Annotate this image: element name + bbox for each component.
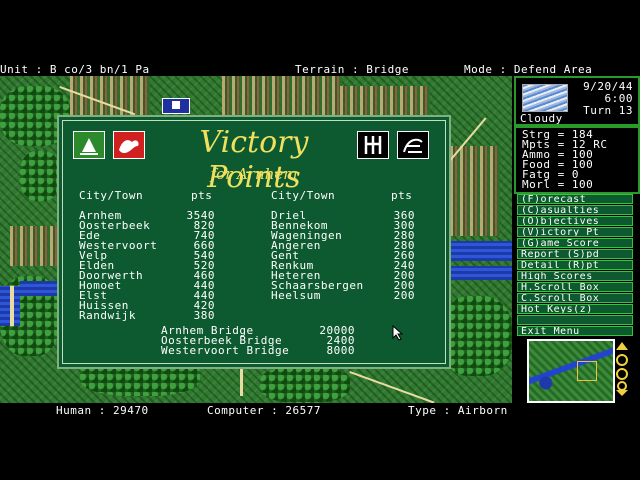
human-score: Human : 29470 xyxy=(56,404,149,417)
bridge-points: 8000 xyxy=(326,344,355,357)
menu-item-hot-keys-z[interactable]: Hot Keys(z) xyxy=(517,304,633,314)
map-road xyxy=(10,286,14,326)
dragon-emblem-icon xyxy=(113,131,145,159)
menu-item-v-ictory-pt[interactable]: (V)ictory Pt xyxy=(517,227,633,237)
map-town xyxy=(340,86,430,116)
menu-item-blank xyxy=(517,315,633,325)
menu-item-high-scores[interactable]: High Scores xyxy=(517,271,633,281)
map-forest xyxy=(20,151,60,201)
stat-separator: = xyxy=(550,178,572,191)
computer-score: Computer : 26577 xyxy=(207,404,321,417)
map-town xyxy=(10,226,60,266)
date-weather-box: 9/20/44 6:00 Turn 13 Cloudy xyxy=(514,76,640,128)
right-city-header: City/Town xyxy=(271,189,336,202)
stat-value: 100 xyxy=(571,178,594,191)
menu-item-c-asualties[interactable]: (C)asualties xyxy=(517,205,633,215)
top-status-bar: Unit : B co/3 bn/1 Pa Terrain : Bridge M… xyxy=(0,62,640,76)
right-pts-header: pts xyxy=(391,189,413,202)
division-emblem-icon xyxy=(357,131,389,159)
corps-emblem-icon xyxy=(397,131,429,159)
game-type: Type : Airborn xyxy=(408,404,508,417)
unit-label: Unit : B co/3 bn/1 Pa xyxy=(0,63,150,76)
map-forest xyxy=(260,366,350,403)
menu-item-detail-r-pt[interactable]: Detail (R)pt xyxy=(517,260,633,270)
allied-emblem-icon xyxy=(73,131,105,159)
terrain-label: Terrain : Bridge xyxy=(295,63,409,76)
zoom-compass-icon[interactable] xyxy=(613,340,631,398)
city-name: Randwijk xyxy=(79,309,136,322)
city-points: 380 xyxy=(193,309,215,322)
city-name: Heelsum xyxy=(271,289,321,302)
menu-item-report-s-pd[interactable]: Report (S)pd xyxy=(517,249,633,259)
menu-item-o-bjectives[interactable]: (O)bjectives xyxy=(517,216,633,226)
stat-row: Morl = 100 xyxy=(522,179,593,190)
unit-stats-box: Strg = 184 Mpts = 12 RC Ammo = 100 Food = 1… xyxy=(514,124,640,194)
minimap[interactable] xyxy=(527,339,615,403)
panel-title: Victory Points xyxy=(199,125,309,195)
left-pts-header: pts xyxy=(191,189,213,202)
panel-subtitle: for Arnhem xyxy=(210,165,298,183)
unit-flag-icon[interactable] xyxy=(162,98,190,114)
minimap-viewbox[interactable] xyxy=(577,361,597,381)
map-road xyxy=(240,366,243,396)
cloud-icon xyxy=(522,84,568,112)
stat-label: Morl xyxy=(522,178,551,191)
map-river xyxy=(445,266,512,280)
bottom-status-bar: Human : 29470 Computer : 26577 Type : Ai… xyxy=(0,403,640,417)
left-city-header: City/Town xyxy=(79,189,144,202)
menu-item-h-scroll-box[interactable]: H.Scroll Box xyxy=(517,282,633,292)
bridge-name: Westervoort Bridge xyxy=(161,344,290,357)
mouse-cursor-icon xyxy=(392,324,404,345)
menu-item-c-scroll-box[interactable]: C.Scroll Box xyxy=(517,293,633,303)
city-points: 200 xyxy=(393,289,415,302)
map-town xyxy=(222,76,342,116)
menu-item-f-orecast[interactable]: (F)orecast xyxy=(517,194,633,204)
map-river xyxy=(445,241,512,261)
menu-item-g-ame-score[interactable]: (G)ame Score xyxy=(517,238,633,248)
mode-label: Mode : Defend Area xyxy=(464,63,593,76)
turn: Turn 13 xyxy=(583,104,633,117)
menu-item-exit-menu[interactable]: Exit Menu xyxy=(517,326,633,336)
map-river xyxy=(20,281,60,296)
map-road xyxy=(349,371,435,403)
